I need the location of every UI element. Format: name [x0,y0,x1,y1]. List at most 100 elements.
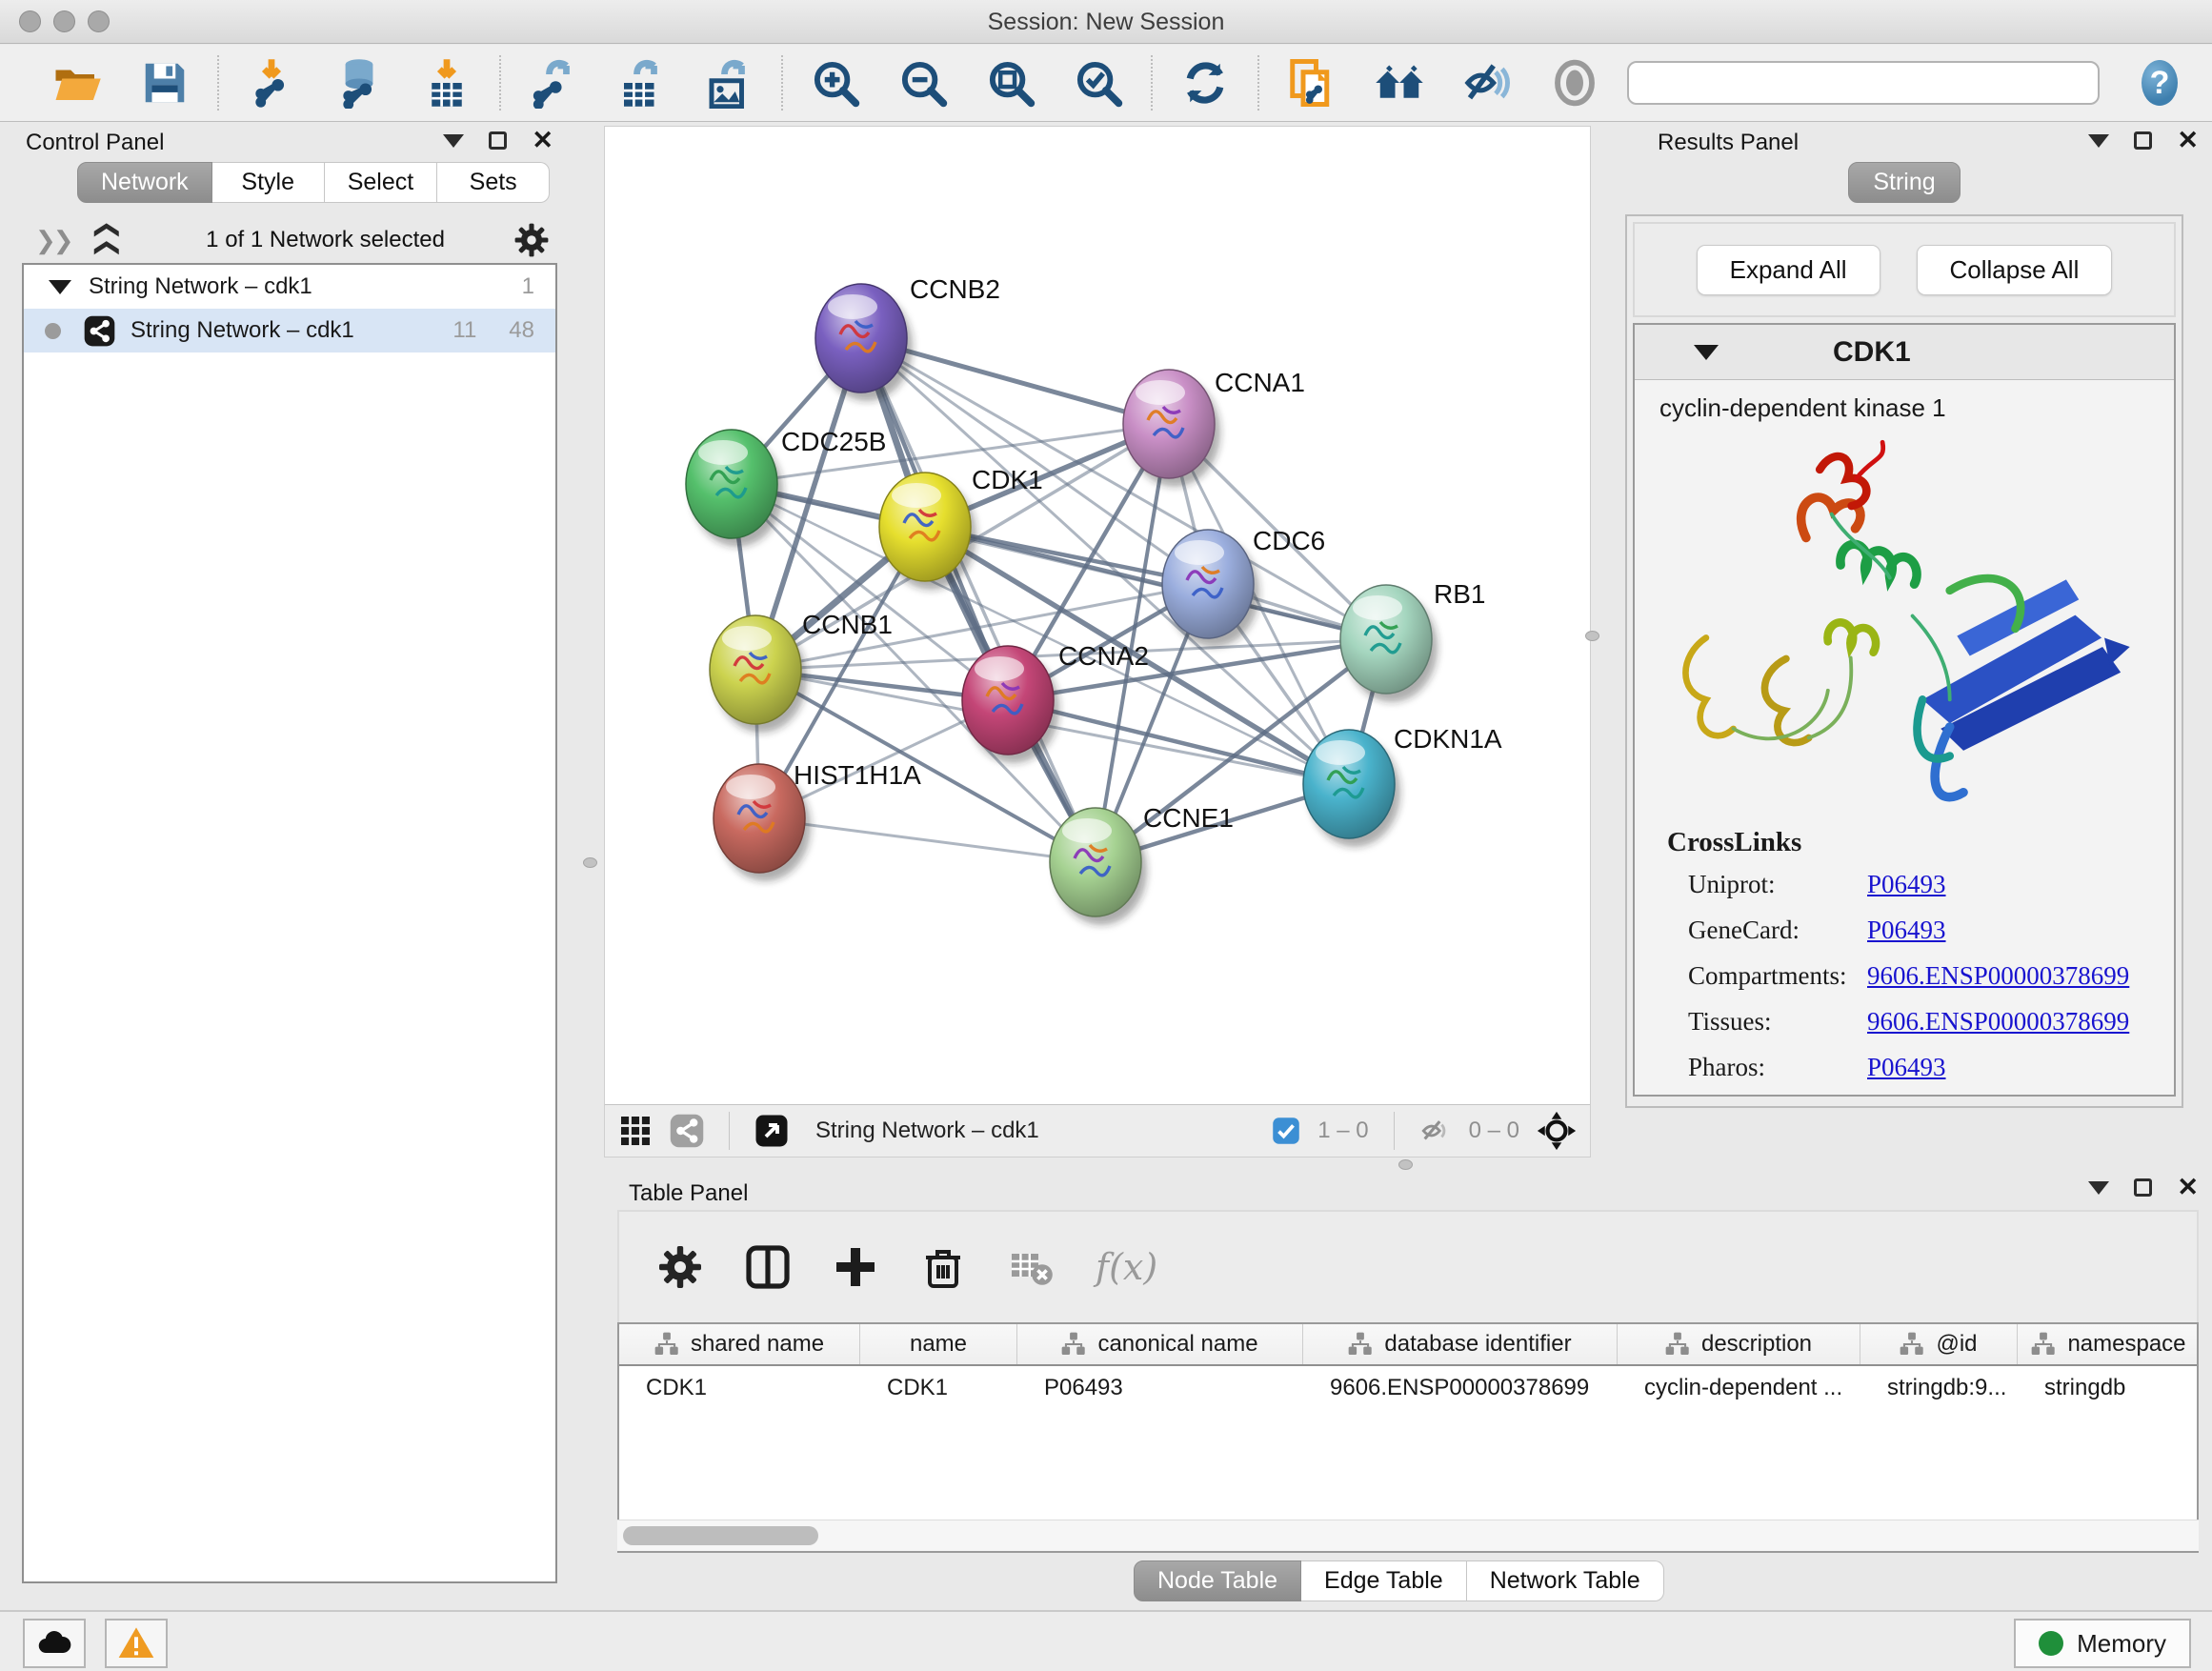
save-session-button[interactable] [137,55,192,111]
cell[interactable]: CDK1 [860,1375,1017,1401]
tab-edge-table[interactable]: Edge Table [1301,1560,1467,1601]
panel-float-icon[interactable] [2134,1178,2152,1197]
zoom-selected-button[interactable] [1071,55,1126,111]
node-RB1[interactable]: RB1 [1340,579,1485,702]
zoom-out-button[interactable] [895,55,951,111]
panel-close-icon[interactable]: ✕ [532,131,553,150]
table-row[interactable]: CDK1CDK1P064939606.ENSP00000378699cyclin… [619,1366,2197,1410]
network-collection-row[interactable]: String Network – cdk1 1 [24,265,555,309]
panel-dropdown-icon[interactable] [2088,1181,2109,1195]
column-header-namespace[interactable]: namespace [2018,1324,2199,1364]
panel-float-icon[interactable] [489,131,507,150]
crosslink-link[interactable]: P06493 [1867,916,1946,945]
panel-dropdown-icon[interactable] [2088,134,2109,148]
cell[interactable]: P06493 [1017,1375,1303,1401]
cell[interactable]: CDK1 [619,1375,860,1401]
columns-icon[interactable] [745,1244,791,1290]
caret-down-icon[interactable] [1694,345,1719,360]
crosslink-link[interactable]: P06493 [1867,870,1946,899]
zoom-in-button[interactable] [808,55,863,111]
tab-select[interactable]: Select [325,162,437,203]
node-details-header[interactable]: CDK1 [1635,325,2174,380]
refresh-button[interactable] [1177,55,1233,111]
gear-icon[interactable] [657,1244,703,1290]
column-header-database-identifier[interactable]: database identifier [1303,1324,1618,1364]
eye-icon[interactable] [1547,55,1602,111]
expand-all-icon[interactable]: ❯❯ [90,222,119,258]
expand-all-button[interactable]: Expand All [1697,245,1880,295]
tree-icon [2031,1332,2056,1357]
string-badge-icon[interactable] [670,1114,704,1148]
node-label-CCNB2: CCNB2 [910,274,1000,304]
panel-float-icon[interactable] [2134,131,2152,150]
cell[interactable]: 9606.ENSP00000378699 [1303,1375,1618,1401]
crosslink-link[interactable]: 9606.ENSP00000378699 [1867,1007,2129,1037]
caret-down-icon[interactable] [49,280,71,294]
export-network-button[interactable] [526,55,581,111]
add-icon[interactable] [833,1244,878,1290]
zoom-fit-button[interactable] [983,55,1038,111]
warning-button[interactable] [105,1619,168,1668]
grid-icon[interactable] [618,1114,653,1148]
trash-icon[interactable] [920,1244,966,1290]
node-CDKN1A[interactable]: CDKN1A [1303,724,1502,847]
cell[interactable]: stringdb:9... [1860,1375,2018,1401]
string-results-box: Expand All Collapse All CDK1 cyclin-depe… [1625,214,2183,1108]
import-network-button[interactable] [244,55,299,111]
import-table-button[interactable] [419,55,474,111]
column-header-@id[interactable]: @id [1860,1324,2018,1364]
cell[interactable]: cyclin-dependent ... [1618,1375,1860,1401]
scrollbar-thumb[interactable] [623,1526,818,1545]
collapse-all-icon[interactable]: ❯❯ [35,226,71,255]
column-header-shared-name[interactable]: shared name [619,1324,860,1364]
splitter-handle[interactable] [583,857,597,868]
cloud-button[interactable] [23,1619,86,1668]
node-CCNE1[interactable]: CCNE1 [1050,803,1234,925]
open-session-button[interactable] [50,55,105,111]
birdseye-crosshair-icon[interactable] [1537,1111,1577,1151]
network-view[interactable]: CCNB2 CCNA1 CDC25B [604,126,1591,1158]
panel-close-icon[interactable]: ✕ [2177,131,2199,150]
hide-unhide-button[interactable] [1459,55,1515,111]
tab-style[interactable]: Style [212,162,325,203]
tab-string[interactable]: String [1848,162,1961,203]
column-header-description[interactable]: description [1618,1324,1860,1364]
node-table[interactable]: shared name name canonical name database… [617,1322,2199,1553]
node-HIST1H1A[interactable]: HIST1H1A [714,760,921,881]
selected-checkbox-icon[interactable] [1272,1117,1300,1145]
memory-label: Memory [2077,1629,2166,1659]
collapse-all-button[interactable]: Collapse All [1917,245,2113,295]
tab-network-table[interactable]: Network Table [1467,1560,1664,1601]
column-header-name[interactable]: name [860,1324,1017,1364]
cell[interactable]: stringdb [2018,1375,2199,1401]
panel-close-icon[interactable]: ✕ [2177,1178,2199,1197]
memory-button[interactable]: Memory [2014,1619,2191,1668]
column-header-canonical-name[interactable]: canonical name [1017,1324,1303,1364]
export-image-button[interactable] [701,55,756,111]
houses-icon[interactable] [1372,55,1427,111]
crosslink-link[interactable]: P06493 [1867,1053,1946,1082]
node-CDC25B[interactable]: CDC25B [686,427,886,547]
hidden-eye-icon[interactable] [1419,1115,1452,1147]
crosslink-link[interactable]: 9606.ENSP00000378699 [1867,961,2129,991]
network-view-footer: String Network – cdk1 1 – 0 0 – 0 [605,1104,1590,1157]
tab-sets[interactable]: Sets [437,162,550,203]
table-hscrollbar[interactable] [617,1520,2199,1551]
splitter-handle[interactable] [1398,1159,1413,1170]
external-link-icon[interactable] [754,1114,789,1148]
tree-icon [1348,1332,1373,1357]
help-button[interactable]: ? [2142,60,2178,106]
tab-network[interactable]: Network [77,162,212,203]
export-table-button[interactable] [613,55,669,111]
import-database-button[interactable] [332,55,387,111]
node-CDC6[interactable]: CDC6 [1162,526,1325,647]
search-input[interactable] [1627,61,2100,105]
network-canvas[interactable]: CCNB2 CCNA1 CDC25B [605,127,1590,1105]
node-label-CCNB1: CCNB1 [802,610,893,639]
node-CDK1[interactable]: CDK1 [879,465,1043,590]
network-row-selected[interactable]: String Network – cdk1 11 48 [24,309,555,352]
panel-dropdown-icon[interactable] [443,134,464,148]
gear-icon[interactable] [513,222,550,258]
tab-node-table[interactable]: Node Table [1134,1560,1301,1601]
duplicate-network-button[interactable] [1284,55,1339,111]
